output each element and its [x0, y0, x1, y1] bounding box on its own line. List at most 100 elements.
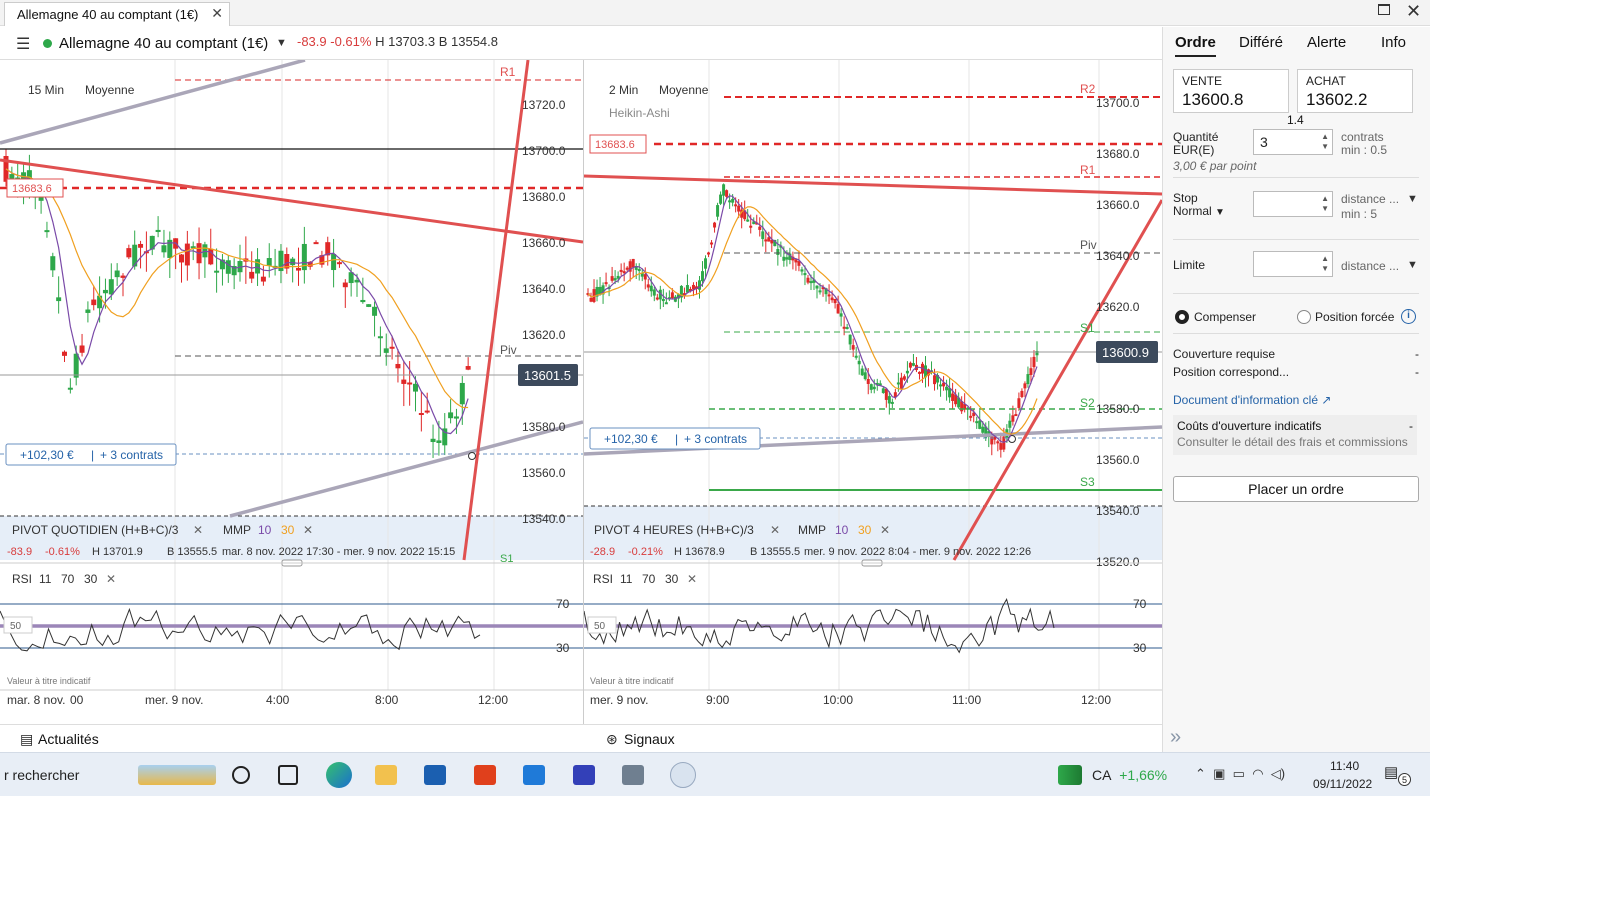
remove-pivot-icon[interactable]: ✕ [193, 523, 203, 537]
stop-distance-dropdown-icon[interactable]: ▼ [1407, 193, 1418, 205]
rsi-lower: 30 [665, 572, 679, 586]
candle-body [255, 259, 261, 274]
calculator-icon[interactable] [622, 765, 644, 785]
tab-info[interactable]: Info [1381, 34, 1406, 51]
sell-button[interactable]: VENTE 13600.8 [1173, 69, 1289, 113]
clock-date[interactable]: 09/11/2022 [1313, 777, 1372, 791]
market-ticker[interactable]: CA +1,66% [1092, 767, 1167, 783]
chevron-down-icon[interactable]: ▼ [276, 37, 287, 49]
position-contracts[interactable]: + 3 contrats [100, 448, 163, 462]
remove-pivot-icon[interactable]: ✕ [770, 523, 780, 537]
limit-distance[interactable]: distance ... [1341, 259, 1399, 273]
edge-icon[interactable] [326, 762, 352, 788]
candle-body [625, 267, 629, 270]
place-order-button[interactable]: Placer un ordre [1173, 476, 1419, 502]
instrument-name[interactable]: Allemagne 40 au comptant (1€) [59, 35, 268, 52]
time-label: mar. 8 nov. [7, 693, 65, 707]
position-pnl[interactable]: +102,30 € [20, 448, 74, 462]
candle-body [631, 258, 635, 268]
tab-close-icon[interactable]: ✕ [211, 5, 223, 22]
taskbar-search[interactable]: r rechercher [4, 767, 79, 783]
rsi-label[interactable]: RSI [12, 572, 32, 586]
remove-mmp-icon[interactable]: ✕ [303, 523, 313, 537]
forced-position-radio[interactable] [1297, 310, 1311, 324]
store-icon[interactable] [424, 765, 446, 785]
limit-stepper[interactable]: ▲ ▼ [1321, 254, 1329, 274]
mail-icon[interactable] [523, 765, 545, 785]
stat-pct: -0.21% [628, 546, 663, 558]
rsi-label[interactable]: RSI [593, 572, 613, 586]
indicator-pivot[interactable]: PIVOT QUOTIDIEN (H+B+C)/3 [12, 523, 179, 537]
search-highlight-icon[interactable] [138, 765, 216, 785]
chart-2min[interactable]: 2 Min Moyenne Heikin-Ashi R2 R1 Piv S1 S… [584, 60, 1162, 724]
compensate-radio[interactable] [1175, 310, 1189, 324]
position-pnl[interactable]: +102,30 € [604, 432, 658, 446]
limit-input[interactable]: ▲ ▼ [1253, 251, 1333, 277]
window-close-icon[interactable]: ✕ [1406, 1, 1421, 22]
paint-icon[interactable] [670, 762, 696, 788]
timeframe-label[interactable]: 15 Min [28, 83, 64, 97]
rsi-50-label: 50 [594, 621, 606, 632]
wifi-icon[interactable]: ◠ [1252, 766, 1263, 781]
battery-icon[interactable]: ▭ [1233, 766, 1245, 781]
expand-panel-icon[interactable]: » [1170, 726, 1181, 749]
network-icon[interactable]: ▣ [1213, 766, 1225, 781]
menu-icon[interactable]: ☰ [16, 34, 30, 54]
remove-rsi-icon[interactable]: ✕ [106, 572, 116, 586]
key-info-document-link[interactable]: Document d'information clé ↗ [1173, 393, 1331, 407]
info-icon[interactable]: i [1401, 309, 1416, 324]
instrument-header: ☰ Allemagne 40 au comptant (1€) ▼ -83.9 … [0, 27, 1170, 60]
avg-label[interactable]: Moyenne [85, 83, 135, 97]
indicator-mmp[interactable]: MMP [223, 523, 251, 537]
candle-body [1026, 374, 1030, 385]
news-icon[interactable]: ▤ [20, 731, 33, 748]
candle-body [342, 282, 348, 288]
task-view-icon[interactable] [278, 765, 298, 785]
office-icon[interactable] [474, 765, 496, 785]
stop-distance[interactable]: distance ... [1341, 192, 1399, 206]
indicative-costs[interactable]: Coûts d'ouverture indicatifs Consulter l… [1173, 415, 1417, 455]
chevron-up-icon[interactable]: ⌃ [1195, 766, 1206, 781]
clock-time[interactable]: 11:40 [1330, 759, 1359, 773]
position-contracts[interactable]: + 3 contrats [684, 432, 747, 446]
timeframe-label[interactable]: 2 Min [609, 83, 638, 97]
tab-ordre[interactable]: Ordre [1175, 34, 1216, 57]
current-price: 13600.9 [1102, 345, 1149, 360]
chart-15min[interactable]: 15 Min Moyenne R1 Piv S1 13683.6 13720.0… [0, 60, 583, 724]
compensate-label[interactable]: Compenser [1194, 310, 1256, 324]
candle-body [120, 275, 126, 278]
stop-stepper[interactable]: ▲ ▼ [1321, 194, 1329, 214]
limit-distance-dropdown-icon[interactable]: ▼ [1407, 259, 1418, 271]
news-tab[interactable]: Actualités [38, 731, 99, 747]
notification-count: 5 [1398, 773, 1411, 786]
signals-tab[interactable]: Signaux [624, 731, 675, 747]
candle-body [704, 258, 708, 269]
trading-app-icon[interactable] [573, 765, 595, 785]
candle-body [899, 377, 903, 389]
cortana-icon[interactable] [232, 766, 250, 784]
avg-label[interactable]: Moyenne [659, 83, 709, 97]
tab-alerte[interactable]: Alerte [1307, 34, 1346, 51]
stat-change: -83.9 [7, 546, 32, 558]
candle-body [313, 242, 319, 245]
stop-type[interactable]: Normal ▼ [1173, 204, 1225, 218]
buy-button[interactable]: ACHAT 13602.2 [1297, 69, 1413, 113]
indicator-pivot[interactable]: PIVOT 4 HEURES (H+B+C)/3 [594, 523, 754, 537]
quantity-input[interactable]: 3 ▲ ▼ [1253, 129, 1333, 155]
volume-icon[interactable]: ◁) [1271, 766, 1285, 781]
signals-icon[interactable]: ⊛ [606, 731, 618, 748]
price-axis-label: 13680.0 [522, 190, 566, 204]
notification-icon[interactable]: ▤ [1384, 763, 1398, 781]
remove-mmp-icon[interactable]: ✕ [880, 523, 890, 537]
system-tray[interactable]: ⌃ ▣ ▭ ◠ ◁) [1195, 766, 1285, 782]
stop-input[interactable]: ▲ ▼ [1253, 191, 1333, 217]
remove-rsi-icon[interactable]: ✕ [687, 572, 697, 586]
quantity-stepper[interactable]: ▲ ▼ [1321, 132, 1329, 152]
file-explorer-icon[interactable] [375, 765, 397, 785]
chart-style-label[interactable]: Heikin-Ashi [609, 106, 670, 120]
tab-differe[interactable]: Différé [1239, 34, 1283, 51]
maximize-icon[interactable] [1378, 4, 1390, 15]
forced-position-label[interactable]: Position forcée [1315, 310, 1394, 324]
browser-tab[interactable]: Allemagne 40 au comptant (1€) ✕ [4, 2, 230, 26]
indicator-mmp[interactable]: MMP [798, 523, 826, 537]
